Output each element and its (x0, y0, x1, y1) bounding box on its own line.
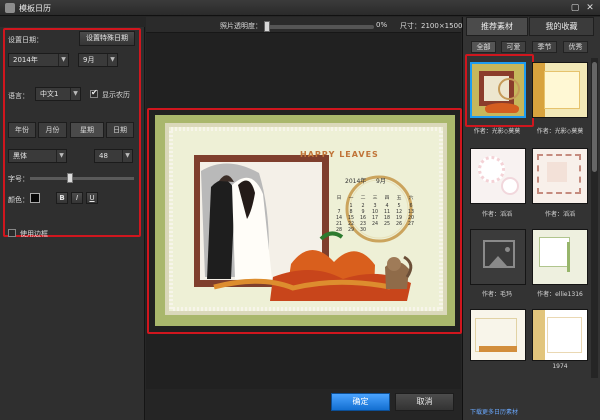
left-settings-panel (0, 27, 145, 420)
calendar-day-27: 27 (407, 222, 415, 227)
font-size-select[interactable]: 48 ▼ (94, 149, 133, 163)
cancel-button[interactable]: 取消 (395, 393, 454, 411)
subtab-excellent[interactable]: 优秀 (563, 41, 588, 53)
calendar-day-30: 30 (359, 228, 367, 233)
template-caption-5: 作者：毛玛 (481, 291, 512, 298)
restore-icon[interactable]: ▢ (569, 2, 581, 14)
template-caption-8: 1974 (552, 363, 568, 370)
transparency-slider-knob[interactable] (264, 21, 270, 32)
calendar-year: 2014年 (345, 178, 367, 185)
calendar-day-29: 29 (347, 228, 355, 233)
year-dropdown-arrow-icon: ▼ (58, 54, 68, 66)
weekday-sat: 六 (408, 196, 414, 201)
app-logo (5, 3, 15, 13)
set-date-label: 设置日期： (8, 36, 43, 44)
tab-day[interactable]: 日期 (106, 122, 134, 138)
year-value: 2014年 (13, 56, 38, 64)
language-dropdown-arrow-icon: ▼ (70, 88, 80, 100)
year-select[interactable]: 2014年 ▼ (8, 53, 69, 67)
template-thumbnail-3[interactable] (470, 148, 526, 204)
month-value: 9月 (83, 56, 95, 64)
show-lunar-label: 显示农历 (102, 91, 130, 99)
font-dropdown-arrow-icon: ▼ (56, 150, 66, 162)
weekday-fri: 五 (396, 196, 402, 201)
tab-recommended[interactable]: 推荐素材 (466, 17, 528, 36)
show-lunar-checkbox[interactable] (90, 88, 98, 98)
template-thumbnail-7[interactable] (470, 309, 526, 361)
canvas-size-label: 尺寸：2100×1500 (400, 22, 463, 30)
use-border-checkbox[interactable] (8, 229, 16, 237)
calendar-day-24: 24 (371, 222, 379, 227)
font-size-slider-knob[interactable] (67, 173, 74, 183)
template-caption-4: 作者：滔滔 (544, 211, 575, 218)
weekday-tue: 二 (360, 196, 366, 201)
template-thumbnail-5[interactable] (470, 229, 526, 285)
close-icon[interactable]: ✕ (584, 2, 596, 14)
calendar-template-window: 模板日历 ▢ ✕ 设置日期： 设置特殊日期 2014年 ▼ 9月 ▼ 语言： 中… (0, 0, 600, 420)
happy-leaves-decor: HAPPY LEAVES (300, 150, 379, 159)
template-thumbnail-6[interactable] (532, 229, 588, 285)
calendar-day-25: 25 (383, 222, 391, 227)
underline-button[interactable]: U (86, 192, 98, 204)
tab-month[interactable]: 月份 (38, 122, 67, 138)
calendar-month: 9月 (376, 178, 386, 185)
download-more-link[interactable]: 下载更多日历素材 (470, 407, 518, 416)
template-thumbnail-1[interactable] (470, 62, 526, 118)
font-value: 黑体 (13, 152, 27, 160)
calendar-day-26: 26 (395, 222, 403, 227)
template-caption-2: 作者：光影◇莫莫 (536, 128, 584, 135)
italic-button[interactable]: I (71, 192, 83, 204)
use-border-label: 使用边框 (20, 230, 48, 238)
weekday-sun: 日 (336, 196, 342, 201)
subtab-all[interactable]: 全部 (471, 41, 496, 53)
font-size-value: 48 (99, 152, 108, 160)
weekday-wed: 三 (372, 196, 378, 201)
template-caption-6: 作者：ellie1316 (537, 291, 583, 298)
language-value: 中文1 (40, 90, 59, 98)
window-title: 模板日历 (19, 4, 51, 13)
weekday-mon: 一 (348, 196, 354, 201)
tab-favorites[interactable]: 我的收藏 (529, 17, 594, 36)
font-size-slider-track[interactable] (30, 177, 134, 180)
template-caption-3: 作者：滔滔 (481, 211, 512, 218)
template-caption-1: 作者：光影◇莫莫 (473, 128, 521, 135)
tab-year[interactable]: 年份 (8, 122, 36, 138)
subtab-season[interactable]: 季节 (532, 41, 557, 53)
color-label: 颜色： (8, 196, 29, 204)
tab-week[interactable]: 星期 (70, 122, 104, 138)
font-size-dropdown-arrow-icon: ▼ (122, 150, 132, 162)
font-size-label: 字号： (8, 175, 29, 183)
bold-button[interactable]: B (56, 192, 68, 204)
language-label: 语言： (8, 92, 29, 100)
material-scrollbar-thumb[interactable] (592, 62, 597, 172)
font-select[interactable]: 黑体 ▼ (8, 149, 67, 163)
weekday-thu: 四 (384, 196, 390, 201)
transparency-value: 0% (376, 21, 388, 29)
calendar-day-28: 28 (335, 228, 343, 233)
title-bar: 模板日历 ▢ ✕ (0, 0, 600, 16)
subtab-cute[interactable]: 可爱 (501, 41, 526, 53)
special-date-button[interactable]: 设置特殊日期 (79, 31, 135, 46)
template-thumbnail-2[interactable] (532, 62, 588, 118)
confirm-button[interactable]: 确定 (331, 393, 390, 411)
calendar-date-grid: 日 一 二 三 四 五 六 1 2 3 4 5 6 7 8 9 10 11 12 13 14 15 16 17 1… (334, 196, 422, 234)
template-thumbnail-8[interactable] (532, 309, 588, 361)
month-select[interactable]: 9月 ▼ (78, 53, 118, 67)
language-select[interactable]: 中文1 ▼ (35, 87, 81, 101)
transparency-label: 照片透明度： (220, 22, 262, 30)
template-thumbnail-4[interactable] (532, 148, 588, 204)
month-dropdown-arrow-icon: ▼ (107, 54, 117, 66)
transparency-slider-track[interactable] (268, 25, 374, 29)
color-swatch[interactable] (30, 193, 40, 203)
